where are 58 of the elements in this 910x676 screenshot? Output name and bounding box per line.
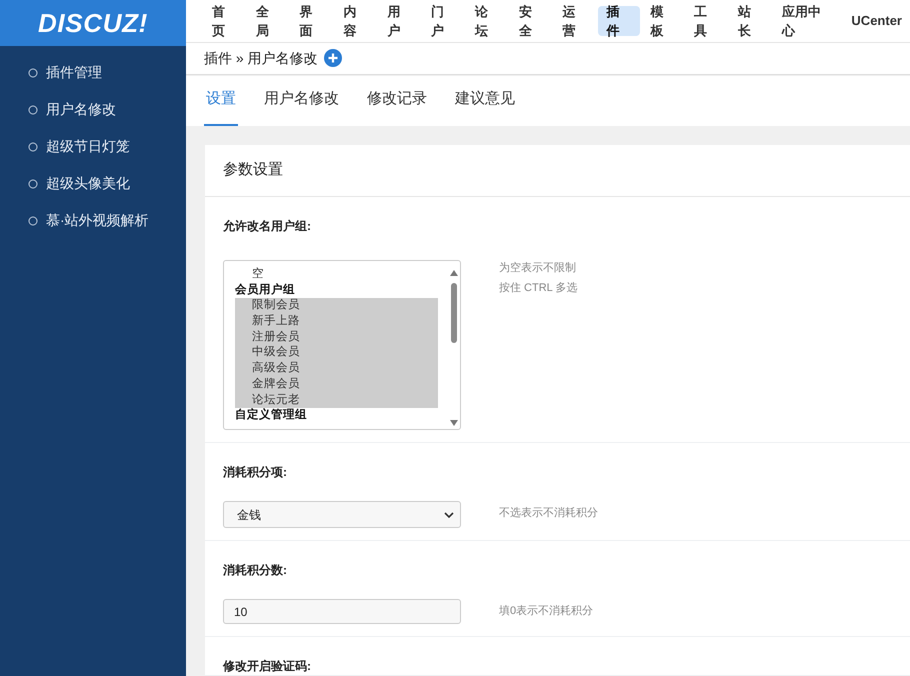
list-option[interactable]: 论坛元老 xyxy=(235,392,438,408)
setting-label: 修改开启验证码: xyxy=(223,658,312,676)
hint-text: 填0表示不消耗积分 xyxy=(499,604,594,620)
circle-icon xyxy=(28,104,38,114)
nav-tab[interactable]: 插件 xyxy=(598,6,640,36)
list-option[interactable]: 注册会员 xyxy=(235,330,438,346)
nav-tab[interactable]: 工具 xyxy=(686,6,728,36)
nav-tab[interactable]: 门户 xyxy=(423,6,465,36)
setting-label: 消耗积分数: xyxy=(223,562,288,580)
hint-text: 按住 CTRL 多选 xyxy=(499,281,578,296)
list-option[interactable]: 空 xyxy=(235,267,438,283)
nav-tab[interactable]: 全局 xyxy=(248,6,290,36)
scroll-down-icon[interactable] xyxy=(450,420,458,426)
nav-tab[interactable]: UCenter xyxy=(843,6,910,36)
circle-icon xyxy=(28,178,38,188)
list-option[interactable]: 金牌会员 xyxy=(235,376,438,393)
tab[interactable]: 设置 xyxy=(204,88,238,126)
sidebar-item[interactable]: 用户名修改 xyxy=(0,91,186,128)
nav-tab[interactable]: 内容 xyxy=(335,6,378,36)
nav-tab[interactable]: 首页 xyxy=(204,6,246,36)
sidebar-item[interactable]: 插件管理 xyxy=(0,54,186,91)
group-listbox[interactable]: 空 会员用户组 限制会员 新手上路 注册会员 中级会员 高级会员 金牌会员 论坛元老 自定义管理组 xyxy=(223,260,461,430)
sidebar-item[interactable]: 超级节日灯笼 xyxy=(0,128,186,165)
breadcrumb: 插件 » 用户名修改 xyxy=(204,48,318,68)
tab[interactable]: 建议意见 xyxy=(453,88,517,126)
nav-tab[interactable]: 运营 xyxy=(554,6,596,36)
sidebar-item[interactable]: 超级头像美化 xyxy=(0,165,186,202)
hint-text: 不选表示不消耗积分 xyxy=(499,506,598,522)
scroll-up-icon[interactable] xyxy=(450,270,458,276)
list-option[interactable]: 限制会员 xyxy=(235,298,438,314)
list-option[interactable]: 新手上路 xyxy=(235,314,438,330)
chevron-down-icon xyxy=(444,510,454,519)
nav-tab[interactable]: 安全 xyxy=(510,6,553,36)
nav-tab[interactable]: 论坛 xyxy=(466,6,509,36)
setting-label: 消耗积分项: xyxy=(223,464,288,482)
list-option[interactable]: 中级会员 xyxy=(235,345,438,362)
nav-tab[interactable]: 用户 xyxy=(379,6,422,36)
scrollbar-thumb[interactable] xyxy=(451,283,457,344)
points-input[interactable]: 10 xyxy=(223,599,461,624)
nav-tab[interactable]: 站长 xyxy=(730,6,772,36)
circle-icon xyxy=(28,68,38,78)
circle-icon xyxy=(28,216,38,226)
panel-title: 参数设置 xyxy=(223,160,283,180)
tab[interactable]: 修改记录 xyxy=(365,88,429,126)
hint-text: 为空表示不限制 xyxy=(499,260,577,276)
option-group: 会员用户组 xyxy=(235,282,438,298)
sidebar-item[interactable]: 慕·站外视频解析 xyxy=(0,202,186,239)
nav-tab[interactable]: 模板 xyxy=(642,6,684,36)
points-dropdown[interactable]: 金钱 xyxy=(223,501,461,528)
nav-tab[interactable]: 界面 xyxy=(292,6,334,36)
nav-tab[interactable]: 应用中心 xyxy=(774,6,842,36)
list-option[interactable]: 高级会员 xyxy=(235,361,438,377)
add-icon[interactable] xyxy=(324,49,342,68)
circle-icon xyxy=(28,142,38,152)
logo: DISCUZ! xyxy=(38,6,148,40)
tab[interactable]: 用户名修改 xyxy=(262,88,341,126)
setting-label: 允许改名用户组: xyxy=(223,218,312,236)
option-group: 自定义管理组 xyxy=(235,408,438,424)
